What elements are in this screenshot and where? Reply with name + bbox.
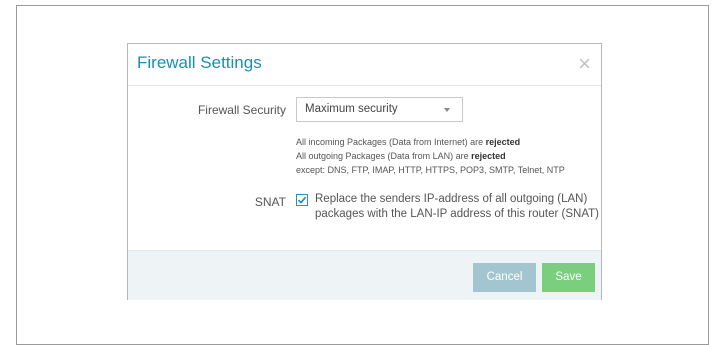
firewall-security-value: Maximum security bbox=[305, 103, 398, 115]
snat-label: SNAT bbox=[254, 195, 286, 209]
snat-checkbox[interactable] bbox=[296, 194, 308, 206]
dialog-footer: Cancel Save bbox=[128, 250, 601, 300]
dialog-title: Firewall Settings bbox=[137, 53, 262, 72]
cancel-button[interactable]: Cancel bbox=[473, 263, 536, 292]
snat-description-line1: Replace the senders IP-address of all ou… bbox=[315, 193, 588, 205]
firewall-security-label: Firewall Security bbox=[197, 103, 286, 117]
dialog-header: Firewall Settings × bbox=[128, 44, 601, 86]
incoming-rule-text: All incoming Packages (Data from Interne… bbox=[296, 137, 521, 147]
snat-description-line2: packages with the LAN-IP address of this… bbox=[315, 208, 600, 220]
save-button[interactable]: Save bbox=[542, 263, 595, 292]
caret-down-icon bbox=[444, 108, 450, 112]
check-icon bbox=[297, 196, 307, 204]
outgoing-rule-text: All outgoing Packages (Data from LAN) ar… bbox=[296, 151, 506, 161]
close-icon[interactable]: × bbox=[578, 53, 591, 75]
firewall-settings-dialog: Firewall Settings × Firewall Security Ma… bbox=[127, 43, 602, 300]
exceptions-text: except: DNS, FTP, IMAP, HTTP, HTTPS, POP… bbox=[296, 165, 565, 175]
firewall-security-select[interactable]: Maximum security bbox=[296, 97, 463, 122]
